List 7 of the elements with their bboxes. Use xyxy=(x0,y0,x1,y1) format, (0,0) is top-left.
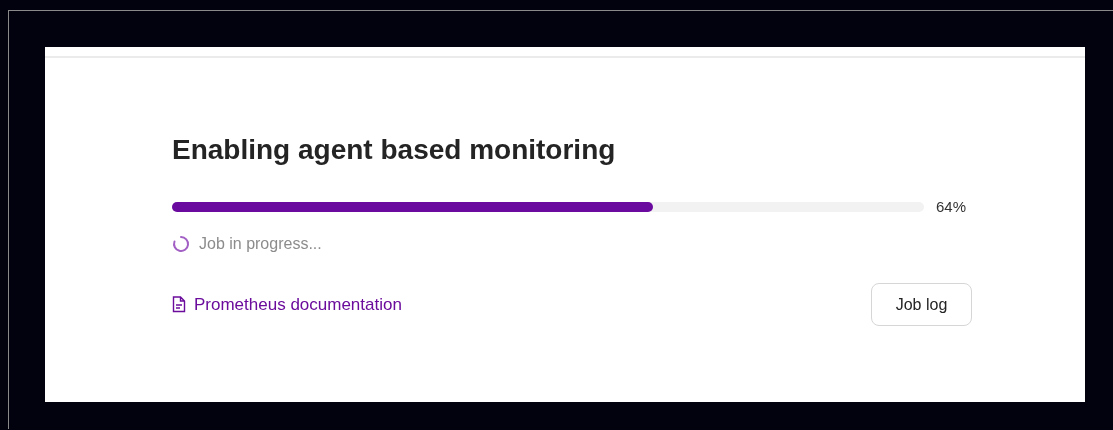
documentation-link[interactable]: Prometheus documentation xyxy=(172,294,402,315)
progress-percent: 64% xyxy=(936,198,967,215)
spinner-icon xyxy=(172,235,190,253)
status-text: Job in progress... xyxy=(199,235,322,253)
job-log-button[interactable]: Job log xyxy=(871,283,972,326)
document-icon xyxy=(172,296,186,313)
dialog-title: Enabling agent based monitoring xyxy=(172,134,617,166)
